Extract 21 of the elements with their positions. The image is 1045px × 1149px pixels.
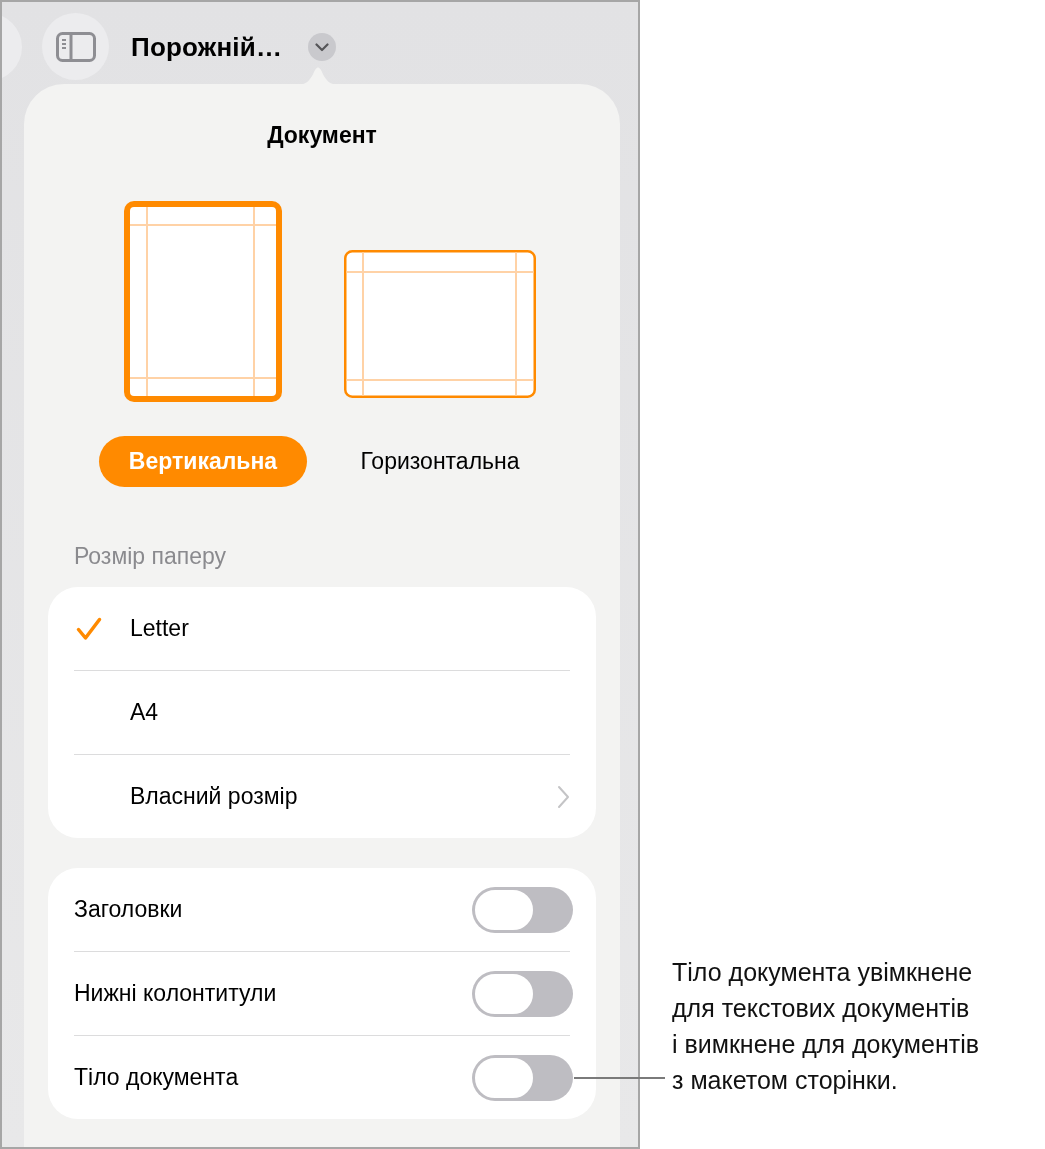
paper-size-option[interactable]: A4 [74,670,570,754]
toggle-label: Тіло документа [74,1064,239,1091]
sidebar-icon [55,31,96,62]
callout-text: Тіло документа увімкнене для текстових документів і вимкнене для документів з макетом сторінки. [672,957,980,1096]
paper-size-option[interactable]: Власний розмір [74,754,570,838]
toggle-label: Нижні колонтитули [74,980,277,1007]
page-orientation-thumbnail[interactable] [344,250,536,398]
paper-size-option[interactable]: Letter [74,587,570,670]
toggle-switch[interactable] [472,970,573,1017]
page-orientation-thumbnail[interactable] [124,201,282,402]
checkmark-icon [76,616,102,641]
popover-title: Документ [266,122,378,148]
section-label: Розмір паперу [74,543,228,569]
toggle-switch[interactable] [472,1054,573,1101]
toggle-switch[interactable] [472,886,573,933]
orientation-button[interactable]: Горизонтальна [330,436,550,487]
toggle-label: Заголовки [74,896,183,923]
chevron-down-icon [315,42,330,52]
document-title[interactable]: Порожній… [131,13,283,81]
chevron-right-icon [557,784,570,809]
document-menu-button[interactable] [308,33,337,61]
